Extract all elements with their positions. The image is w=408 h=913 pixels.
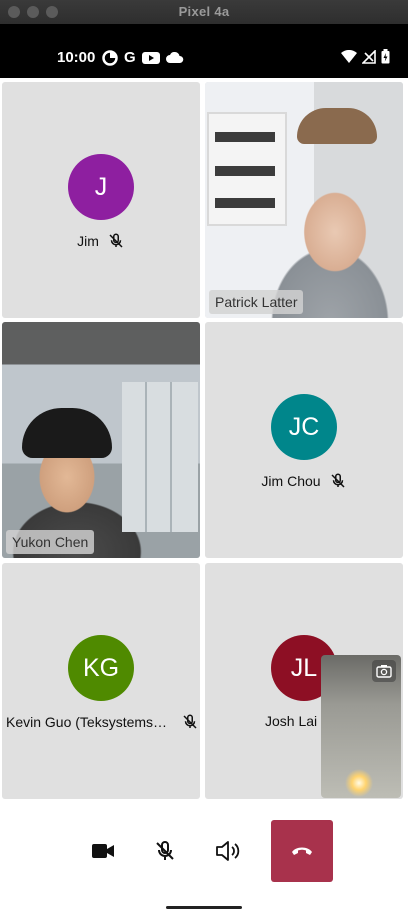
avatar: KG: [68, 635, 134, 701]
hang-up-icon: [292, 847, 312, 855]
camera-switch-icon: [376, 665, 392, 678]
system-icons: [341, 49, 390, 64]
avatar-initials: KG: [82, 653, 120, 682]
end-call-button[interactable]: [271, 820, 333, 882]
toggle-camera-button[interactable]: [83, 831, 123, 871]
participant-tile-jim-chou[interactable]: JC Jim Chou: [205, 322, 403, 558]
participant-tile-kevin-guo[interactable]: KG Kevin Guo (Teksystems…: [2, 563, 200, 799]
home-gesture-bar[interactable]: [166, 906, 242, 909]
mic-off-icon: [183, 714, 197, 729]
participant-name-row: Jim Chou: [205, 472, 403, 490]
avatar-initials: J: [94, 172, 108, 201]
participant-name: Jim: [77, 233, 99, 249]
participant-name: Jim Chou: [261, 473, 321, 489]
participant-tile-yukon-chen[interactable]: Yukon Chen: [2, 322, 200, 558]
emulator-title-bar: Pixel 4a: [0, 0, 408, 25]
participant-video: [2, 322, 200, 558]
video-person-hair: [297, 108, 377, 144]
mic-off-icon: [331, 473, 345, 488]
video-background-window: [122, 382, 198, 532]
avatar: JC: [271, 394, 337, 460]
call-controls-bar: [0, 800, 408, 913]
participant-name: Kevin Guo (Teksystems…: [6, 714, 168, 730]
participant-tile-jim[interactable]: J Jim: [2, 82, 200, 318]
participant-name-row: Kevin Guo (Teksystems…: [2, 713, 200, 731]
data-saver-icon: [102, 49, 118, 66]
video-camera-icon: [92, 844, 114, 858]
participant-tile-patrick-latter[interactable]: Patrick Latter: [205, 82, 403, 318]
cloud-icon: [165, 51, 183, 63]
participant-name-row: Jim: [2, 232, 200, 250]
speaker-icon: [216, 841, 240, 861]
window-title: Pixel 4a: [178, 4, 230, 19]
toggle-mic-button[interactable]: [145, 831, 185, 871]
self-view-preview[interactable]: [321, 655, 401, 798]
participant-name: Yukon Chen: [6, 530, 95, 554]
mic-off-icon: [156, 840, 174, 860]
notification-icons: G: [102, 49, 184, 66]
avatar: J: [68, 154, 134, 220]
google-icon: G: [124, 49, 136, 66]
participant-name: Josh Lai: [265, 713, 318, 729]
video-person-hair: [22, 408, 112, 458]
youtube-icon: [141, 51, 160, 64]
cellular-no-signal-icon: [362, 49, 376, 64]
participant-video: [205, 82, 403, 318]
wifi-icon: [341, 49, 357, 63]
status-time: 10:00: [57, 49, 96, 66]
status-bar: 10:00 G: [0, 24, 408, 78]
switch-camera-button[interactable]: [372, 660, 396, 682]
toggle-speaker-button[interactable]: [208, 831, 248, 871]
avatar-initials: JC: [288, 412, 320, 441]
mic-off-icon: [109, 233, 123, 248]
video-background-shelf: [207, 112, 287, 226]
participant-name: Patrick Latter: [209, 290, 304, 314]
avatar-initials: JL: [290, 653, 318, 682]
battery-charging-icon: [381, 49, 390, 64]
